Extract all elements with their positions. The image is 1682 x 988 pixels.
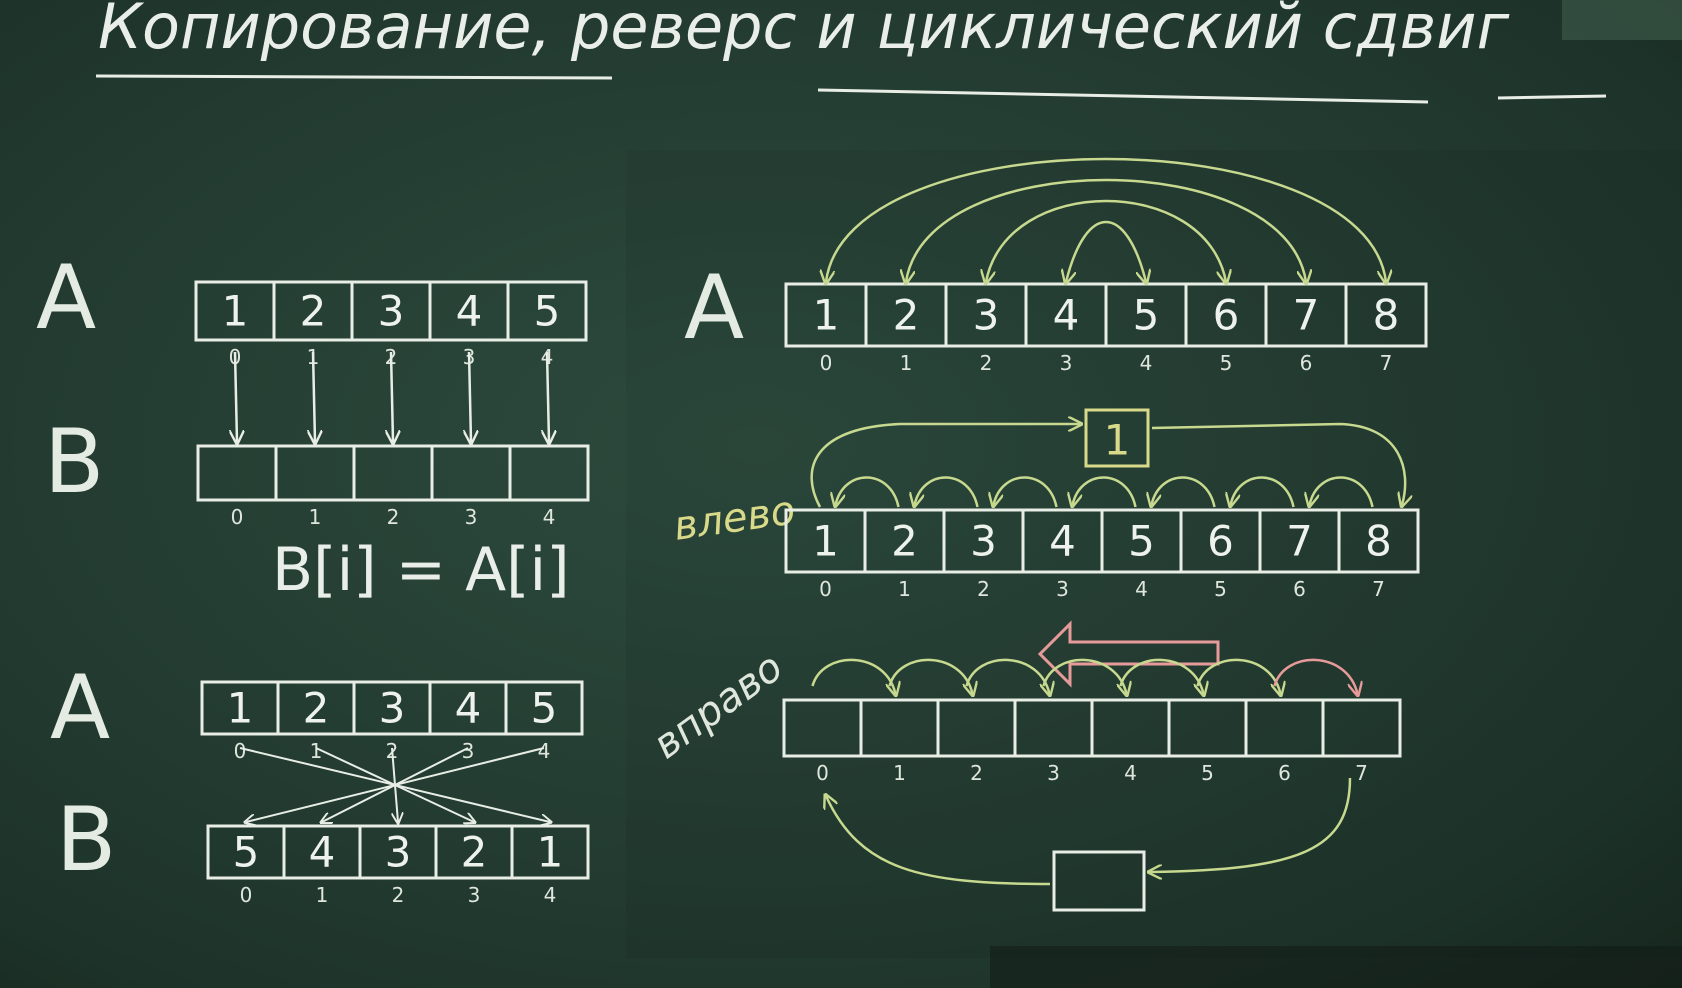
shift-right-index-1: 1	[893, 761, 906, 785]
shift-left-value-4: 5	[1128, 517, 1155, 566]
reverse-copy-a-value-3: 4	[455, 684, 482, 733]
title-underline-1	[95, 74, 613, 80]
copy-formula: B[i] = A[i]	[272, 535, 570, 605]
copy-b-index-4: 4	[543, 505, 556, 529]
shift-left-index-4: 4	[1135, 577, 1148, 601]
reverse-copy-label-b: B	[56, 788, 116, 891]
shift-left-value-0: 1	[812, 517, 839, 566]
reverse-copy-b-value-3: 2	[461, 828, 488, 877]
reverse-copy-a-value-2: 3	[379, 684, 406, 733]
shift-right-index-5: 5	[1201, 761, 1214, 785]
shift-left-value-5: 6	[1207, 517, 1234, 566]
reverse-index-6: 6	[1300, 351, 1313, 375]
reverse-value-3: 4	[1053, 291, 1080, 340]
shift-left-value-6: 7	[1286, 517, 1313, 566]
copy-b-cell-3	[430, 444, 512, 502]
copy-a-value-0: 1	[222, 287, 249, 336]
title-underline-2	[817, 88, 1429, 104]
reverse-copy-b-index-1: 1	[316, 883, 329, 907]
copy-b-index-0: 0	[231, 505, 244, 529]
reverse-copy-a-value-0: 1	[227, 684, 254, 733]
reverse-copy-a-index-0: 0	[234, 739, 247, 763]
board-corner-patch	[1562, 0, 1682, 40]
reverse-copy-b-value-0: 5	[233, 828, 260, 877]
copy-b-index-3: 3	[465, 505, 478, 529]
shift-right-index-3: 3	[1047, 761, 1060, 785]
shift-left-value-2: 3	[970, 517, 997, 566]
reverse-index-5: 5	[1220, 351, 1233, 375]
reverse-copy-b-value-1: 4	[309, 828, 336, 877]
reverse-copy-label-a: A	[50, 656, 110, 759]
temp-box-value: 1	[1104, 416, 1131, 465]
reverse-index-4: 4	[1140, 351, 1153, 375]
reverse-copy-a-value-4: 5	[531, 684, 558, 733]
copy-a-value-2: 3	[378, 287, 405, 336]
copy-a-value-3: 4	[456, 287, 483, 336]
shift-left-index-2: 2	[977, 577, 990, 601]
reverse-copy-b-value-2: 3	[385, 828, 412, 877]
shift-left-index-7: 7	[1372, 577, 1385, 601]
reverse-copy-b-index-2: 2	[392, 883, 405, 907]
reverse-copy-b-index-0: 0	[240, 883, 253, 907]
shift-right-index-7: 7	[1355, 761, 1368, 785]
copy-label-a: A	[36, 246, 96, 349]
reverse-copy-a-index-4: 4	[538, 739, 551, 763]
page-title: Копирование, реверс и циклический сдвиг	[98, 0, 1510, 63]
copy-b-cell-2	[352, 444, 434, 502]
copy-b-cell-4	[508, 444, 590, 502]
reverse-label-a: A	[684, 256, 744, 359]
shift-left-index-5: 5	[1214, 577, 1227, 601]
reverse-copy-array-b: 5041322314	[206, 824, 590, 907]
board-bottom-ledge	[990, 946, 1682, 988]
reverse-value-0: 1	[813, 291, 840, 340]
shift-left-index-0: 0	[819, 577, 832, 601]
shift-left-value-3: 4	[1049, 517, 1076, 566]
shift-right-index-0: 0	[816, 761, 829, 785]
copy-arrows	[235, 351, 549, 442]
reverse-value-5: 6	[1213, 291, 1240, 340]
copy-a-value-1: 2	[300, 287, 327, 336]
shift-left-index-3: 3	[1056, 577, 1069, 601]
copy-b-index-2: 2	[387, 505, 400, 529]
reverse-index-2: 2	[980, 351, 993, 375]
reverse-index-3: 3	[1060, 351, 1073, 375]
shift-right-index-2: 2	[970, 761, 983, 785]
title-underline-3	[1497, 94, 1607, 100]
reverse-copy-b-value-4: 1	[537, 828, 564, 877]
copy-label-b: B	[44, 410, 104, 513]
reverse-copy-b-index-4: 4	[544, 883, 557, 907]
reverse-value-1: 2	[893, 291, 920, 340]
copy-b-cell-1	[274, 444, 356, 502]
shift-left-value-1: 2	[891, 517, 918, 566]
reverse-value-4: 5	[1133, 291, 1160, 340]
reverse-value-7: 8	[1373, 291, 1400, 340]
reverse-value-2: 3	[973, 291, 1000, 340]
copy-b-index-1: 1	[309, 505, 322, 529]
shift-right-index-6: 6	[1278, 761, 1291, 785]
chalkboard: Копирование, реверс и циклический сдвиг …	[0, 0, 1682, 988]
shift-left-index-1: 1	[898, 577, 911, 601]
copy-a-value-4: 5	[534, 287, 561, 336]
reverse-index-1: 1	[900, 351, 913, 375]
reverse-value-6: 7	[1293, 291, 1320, 340]
reverse-index-7: 7	[1380, 351, 1393, 375]
shift-left-value-7: 8	[1365, 517, 1392, 566]
shift-left-index-6: 6	[1293, 577, 1306, 601]
copy-b-cell-0	[196, 444, 278, 502]
chalkboard-drawing: Копирование, реверс и циклический сдвиг …	[36, 0, 1682, 988]
reverse-copy-a-value-1: 2	[303, 684, 330, 733]
reverse-index-0: 0	[820, 351, 833, 375]
copy-array-b: 0 1 2 3 4	[196, 444, 590, 529]
shift-right-index-4: 4	[1124, 761, 1137, 785]
reverse-copy-b-index-3: 3	[468, 883, 481, 907]
